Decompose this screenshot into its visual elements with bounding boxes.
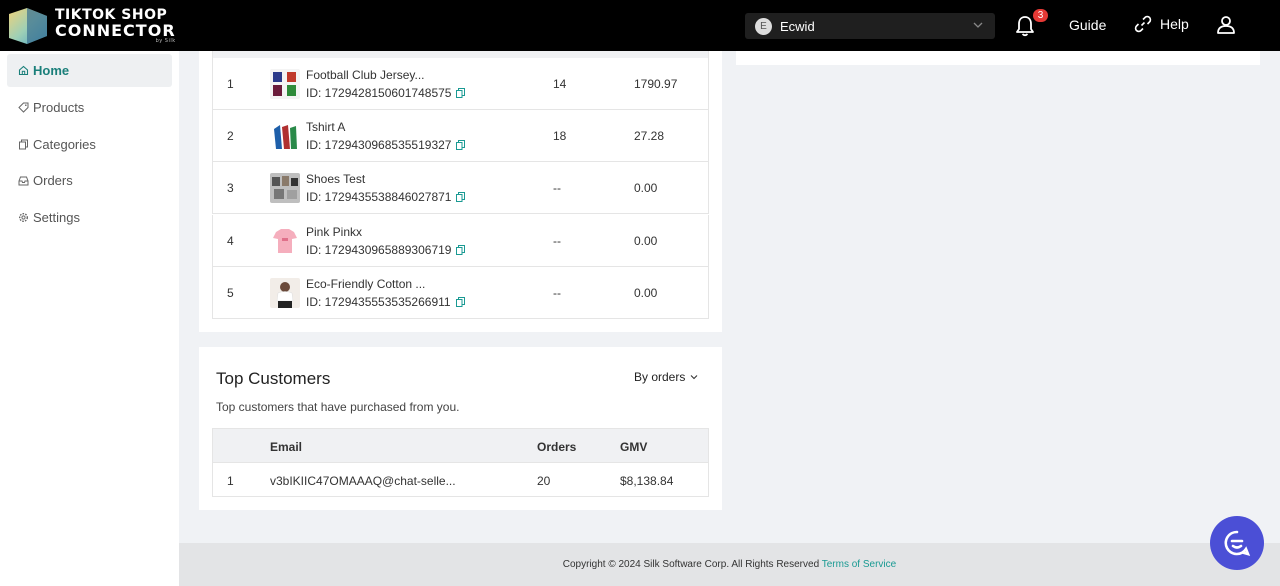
product-thumbnail [270,69,300,99]
product-name[interactable]: Shoes Test [306,172,365,186]
customer-orders: 20 [537,474,551,488]
top-products-card: 1 Football Club Jersey... ID: 1729428150… [199,51,722,332]
table-row[interactable]: 2 Tshirt A ID: 1729430968535519327 18 27… [212,110,709,162]
help-label: Help [1160,16,1189,32]
sidebar-item-label: Products [33,100,85,115]
row-rank: 1 [227,77,234,91]
copy-icon[interactable] [456,245,466,255]
product-id-text: ID: 1729435538846027871 [306,190,452,204]
product-thumbnail [270,278,300,308]
sort-label: By orders [634,370,686,384]
product-thumbnail [270,226,300,256]
product-id: ID: 1729430965889306719 [306,243,466,257]
sidebar-item-home[interactable]: Home [7,54,172,87]
product-thumbnail [270,121,300,151]
table-row[interactable]: 4 Pink Pinkx ID: 1729430965889306719 -- … [212,215,709,267]
table-header [212,51,709,58]
terms-of-service-link[interactable]: Terms of Service [822,559,896,570]
product-id-text: ID: 1729430968535519327 [306,138,452,152]
store-name: Ecwid [780,18,815,34]
product-gmv: 0.00 [634,234,658,248]
logo-text: TIKTOK SHOP CONNECTOR by Silk [55,7,176,44]
product-name[interactable]: Eco-Friendly Cotton ... [306,277,425,291]
product-gmv: 27.28 [634,129,665,143]
product-quantity: -- [553,286,561,300]
table-row[interactable]: 1 Football Club Jersey... ID: 1729428150… [212,58,709,110]
customer-email: v3bIKIIC47OMAAAQ@chat-selle... [270,474,456,488]
product-id: ID: 1729430968535519327 [306,138,466,152]
inbox-icon [18,176,29,186]
store-avatar: E [755,17,772,35]
product-id: ID: 1729435553535266911 [306,295,465,309]
product-name[interactable]: Football Club Jersey... [306,68,425,82]
notification-badge: 3 [1032,8,1049,23]
section-title: Top Customers [216,369,331,388]
right-panel-card [736,51,1260,65]
row-rank: 4 [227,234,234,248]
copy-icon [19,139,28,150]
help-link[interactable]: Help [1134,15,1189,33]
sidebar-item-products[interactable]: Products [7,91,172,124]
sidebar-item-label: Settings [33,210,80,225]
sidebar-item-label: Categories [33,137,96,152]
user-icon[interactable] [1216,15,1236,35]
product-id: ID: 1729435538846027871 [306,190,466,204]
sidebar-item-orders[interactable]: Orders [7,164,172,197]
table-header: Email Orders GMV [212,428,709,463]
sort-dropdown[interactable]: By orders [634,370,698,384]
app-logo[interactable]: TIKTOK SHOP CONNECTOR by Silk [5,0,176,51]
home-icon [18,65,29,76]
top-navbar: TIKTOK SHOP CONNECTOR by Silk E Ecwid 3 … [0,0,1280,51]
column-header-gmv[interactable]: GMV [620,440,647,454]
chevron-down-icon [973,22,983,28]
product-gmv: 1790.97 [634,77,678,91]
column-header-orders[interactable]: Orders [537,440,576,454]
product-quantity: -- [553,181,561,195]
sidebar-item-label: Home [33,63,70,78]
row-rank: 5 [227,286,234,300]
table-row[interactable]: 1 v3bIKIIC47OMAAAQ@chat-selle... 20 $8,1… [212,463,709,497]
logo-mark-icon [9,7,47,44]
store-select[interactable]: E Ecwid [745,13,995,39]
chevron-down-icon [690,375,698,380]
top-customers-card: Top Customers By orders Top customers th… [199,347,722,510]
column-header-email[interactable]: Email [270,440,302,454]
table-row[interactable]: 3 Shoes Test ID: 1729435538846027871 -- … [212,162,709,214]
customer-gmv: $8,138.84 [620,474,674,488]
product-gmv: 0.00 [634,181,658,195]
product-id-text: ID: 1729435553535266911 [306,295,451,309]
sidebar-item-settings[interactable]: Settings [7,201,172,234]
product-quantity: -- [553,234,561,248]
copy-icon[interactable] [456,192,466,202]
product-id-text: ID: 1729428150601748575 [306,86,452,100]
product-quantity: 18 [553,129,567,143]
row-rank: 2 [227,129,234,143]
logo-line-2: CONNECTOR [55,20,176,40]
copy-icon[interactable] [456,140,466,150]
footer: Copyright © 2024 Silk Software Corp. All… [179,543,1280,586]
table-row[interactable]: 5 Eco-Friendly Cotton ... ID: 1729435553… [212,267,709,319]
row-rank: 1 [227,474,234,488]
product-id: ID: 1729428150601748575 [306,86,466,100]
product-quantity: 14 [553,77,567,91]
product-thumbnail [270,173,300,203]
guide-link[interactable]: Guide [1069,17,1106,33]
product-name[interactable]: Pink Pinkx [306,225,362,239]
chat-icon [1224,530,1251,556]
product-id-text: ID: 1729430965889306719 [306,243,452,257]
product-name[interactable]: Tshirt A [306,120,345,134]
copyright-text: Copyright © 2024 Silk Software Corp. All… [562,559,820,570]
tag-icon [18,102,29,113]
link-icon [1134,15,1152,33]
copy-icon[interactable] [456,88,466,98]
section-subtitle: Top customers that have purchased from y… [216,400,460,414]
product-gmv: 0.00 [634,286,658,300]
sidebar-item-label: Orders [33,173,73,188]
sidebar: Home Products Categories Orders Settings [0,51,179,586]
gear-icon [19,213,28,222]
chat-support-button[interactable] [1210,516,1264,570]
sidebar-item-categories[interactable]: Categories [7,128,172,161]
copy-icon[interactable] [455,297,465,307]
row-rank: 3 [227,181,234,195]
